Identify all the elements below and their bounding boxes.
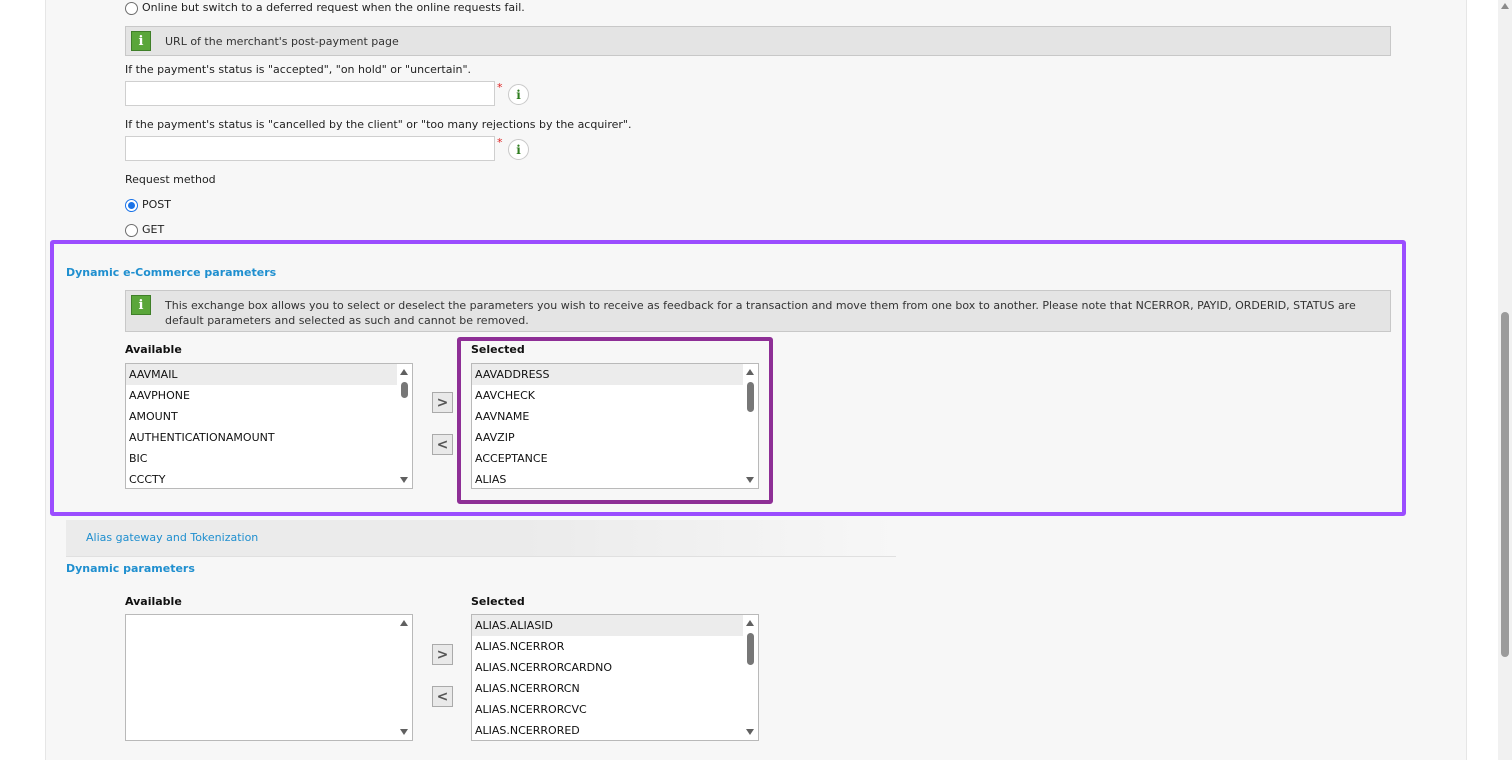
list-item[interactable]: ALIAS.ALIASID	[472, 615, 758, 636]
cancelled-url-label: If the payment's status is "cancelled by…	[125, 118, 632, 131]
remove-parameter-button[interactable]: <	[432, 686, 453, 707]
alias-tab-label[interactable]: Alias gateway and Tokenization	[86, 531, 258, 544]
list-item[interactable]: ALIAS.NCERRORCN	[472, 678, 758, 699]
page-scrollbar[interactable]	[1498, 0, 1512, 760]
selected-params-list[interactable]: AAVADDRESS AAVCHECK AAVNAME AAVZIP ACCEPTANC…	[471, 363, 759, 489]
selected-params-items: AAVADDRESS AAVCHECK AAVNAME AAVZIP ACCEPTANC…	[472, 364, 758, 488]
list-item[interactable]: ALIAS	[472, 469, 758, 488]
exchange-info-text-line2: default parameters and selected as such …	[165, 314, 529, 327]
scroll-thumb[interactable]	[747, 382, 754, 412]
arrow-right-icon: >	[436, 646, 449, 663]
list-item[interactable]: AAVCHECK	[472, 385, 758, 406]
post-payment-info-text: URL of the merchant's post-payment page	[165, 35, 399, 48]
scroll-thumb[interactable]	[401, 382, 408, 398]
list-scrollbar[interactable]	[397, 364, 412, 488]
info-icon[interactable]: i	[508, 84, 529, 105]
accepted-url-label: If the payment's status is "accepted", "…	[125, 63, 472, 76]
list-scrollbar[interactable]	[397, 615, 412, 740]
list-item[interactable]: AMOUNT	[126, 406, 412, 427]
arrow-right-icon: >	[436, 394, 449, 411]
exchange-info-text-line1: This exchange box allows you to select o…	[165, 299, 1356, 312]
post-payment-info-box: i URL of the merchant's post-payment pag…	[125, 26, 1391, 56]
arrow-left-icon: <	[436, 436, 449, 453]
exchange-info-box: i This exchange box allows you to select…	[125, 290, 1391, 332]
scroll-down-icon[interactable]	[400, 477, 408, 483]
radio-post[interactable]	[125, 199, 138, 212]
radio-post-label: POST	[142, 198, 171, 211]
request-method-label: Request method	[125, 173, 216, 186]
list-item[interactable]: BIC	[126, 448, 412, 469]
list-item[interactable]: AAVZIP	[472, 427, 758, 448]
cancelled-url-input[interactable]	[125, 136, 495, 161]
scroll-up-icon[interactable]	[400, 369, 408, 375]
required-marker: *	[497, 81, 503, 94]
radio-online-deferred[interactable]	[125, 2, 138, 15]
radio-get-label: GET	[142, 223, 165, 236]
scroll-down-icon[interactable]	[400, 729, 408, 735]
list-scrollbar[interactable]	[743, 364, 758, 488]
available-list-label: Available	[125, 595, 182, 608]
alias-tab[interactable]: Alias gateway and Tokenization	[66, 520, 896, 557]
scroll-down-icon[interactable]	[746, 729, 754, 735]
available-params-list[interactable]: AAVMAIL AAVPHONE AMOUNT AUTHENTICATIONAMOUN…	[125, 363, 413, 489]
accepted-url-input[interactable]	[125, 81, 495, 106]
list-item[interactable]: ALIAS.NCERRORCARDNO	[472, 657, 758, 678]
add-parameter-button[interactable]: >	[432, 644, 453, 665]
scroll-up-icon[interactable]	[1501, 3, 1509, 9]
info-icon: i	[131, 295, 151, 315]
scroll-up-icon[interactable]	[746, 369, 754, 375]
scroll-up-icon[interactable]	[400, 620, 408, 626]
radio-get[interactable]	[125, 224, 138, 237]
list-item[interactable]: ALIAS.NCERRORED	[472, 720, 758, 740]
page-scroll-thumb[interactable]	[1501, 312, 1509, 657]
available-alias-params-list[interactable]	[125, 614, 413, 741]
selected-list-label: Selected	[471, 343, 525, 356]
section-title-dynamic-parameters: Dynamic parameters	[66, 562, 195, 575]
list-item[interactable]: ACCEPTANCE	[472, 448, 758, 469]
selected-list-label: Selected	[471, 595, 525, 608]
selected-alias-params-items: ALIAS.ALIASID ALIAS.NCERROR ALIAS.NCERRORC…	[472, 615, 758, 740]
list-item[interactable]: AAVPHONE	[126, 385, 412, 406]
list-item[interactable]: ALIAS.NCERRORCVC	[472, 699, 758, 720]
arrow-left-icon: <	[436, 688, 449, 705]
available-params-items: AAVMAIL AAVPHONE AMOUNT AUTHENTICATIONAMOUN…	[126, 364, 412, 488]
info-icon: i	[131, 31, 151, 51]
list-item[interactable]: AAVMAIL	[126, 364, 412, 385]
list-item[interactable]: ALIAS.NCERROR	[472, 636, 758, 657]
section-title-dynamic-ecommerce: Dynamic e-Commerce parameters	[66, 266, 277, 279]
radio-online-deferred-label: Online but switch to a deferred request …	[142, 1, 525, 14]
list-item[interactable]: AUTHENTICATIONAMOUNT	[126, 427, 412, 448]
required-marker: *	[497, 136, 503, 149]
list-item[interactable]: AAVNAME	[472, 406, 758, 427]
available-list-label: Available	[125, 343, 182, 356]
list-item[interactable]: AAVADDRESS	[472, 364, 758, 385]
selected-alias-params-list[interactable]: ALIAS.ALIASID ALIAS.NCERROR ALIAS.NCERRORC…	[471, 614, 759, 741]
add-parameter-button[interactable]: >	[432, 392, 453, 413]
list-scrollbar[interactable]	[743, 615, 758, 740]
scroll-up-icon[interactable]	[746, 620, 754, 626]
remove-parameter-button[interactable]: <	[432, 434, 453, 455]
info-icon[interactable]: i	[508, 139, 529, 160]
list-item[interactable]: CCCTY	[126, 469, 412, 488]
scroll-down-icon[interactable]	[746, 477, 754, 483]
scroll-thumb[interactable]	[747, 633, 754, 665]
